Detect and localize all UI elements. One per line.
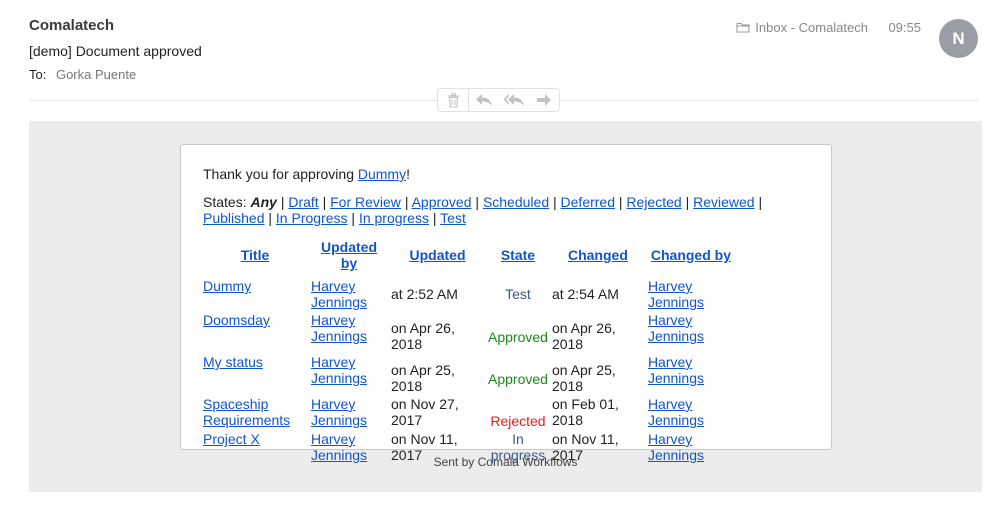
separator: | [758, 194, 763, 210]
state-badge: Test [505, 286, 531, 302]
notification-card: Thank you for approving Dummy! States: A… [180, 144, 832, 463]
column-header-updated-by[interactable]: Updated by [309, 237, 389, 277]
forward-icon[interactable] [529, 89, 559, 111]
updated-by-link[interactable]: Harvey Jennings [311, 278, 367, 310]
separator: | [618, 194, 623, 210]
states-filter: States: Any | Draft | For Review | Appro… [203, 194, 813, 226]
state-filter-published[interactable]: Published [203, 210, 265, 226]
reply-icon[interactable] [469, 89, 499, 111]
changed-by-link[interactable]: Harvey Jennings [648, 396, 704, 428]
updated-date: on Apr 25, 2018 [391, 362, 455, 394]
separator: | [351, 210, 356, 226]
changed-by-link[interactable]: Harvey Jennings [648, 278, 704, 310]
state-filter-for-review[interactable]: For Review [330, 194, 401, 210]
table-row: Doomsday Harvey Jennings on Apr 26, 2018… [201, 311, 736, 353]
state-badge: Approved [488, 371, 548, 387]
state-filter-scheduled[interactable]: Scheduled [483, 194, 549, 210]
changed-by-link[interactable]: Harvey Jennings [648, 354, 704, 386]
updated-by-link[interactable]: Harvey Jennings [311, 354, 367, 386]
mailbox-label[interactable]: Inbox - Comalatech [736, 20, 868, 35]
separator: | [685, 194, 690, 210]
trash-icon[interactable] [438, 89, 468, 111]
separator: | [553, 194, 557, 210]
recipient-name[interactable]: Gorka Puente [56, 67, 136, 82]
to-label: To: [29, 67, 47, 82]
reply-all-icon[interactable] [499, 89, 529, 111]
email-header: Comalatech [demo] Document approved To: … [0, 0, 999, 112]
changed-date: on Apr 25, 2018 [551, 362, 616, 394]
thanks-prefix: Thank you for approving [203, 166, 358, 182]
sent-by-footer: Sent by Comala Workflows [433, 455, 578, 469]
page-title-link[interactable]: Spaceship Requirements [203, 396, 290, 428]
separator: | [280, 194, 285, 210]
separator: | [268, 210, 273, 226]
updated-date: on Nov 27, 2017 [391, 396, 459, 428]
changed-date: at 2:54 AM [551, 286, 619, 302]
column-header-title[interactable]: Title [201, 237, 309, 277]
email-subject: [demo] Document approved [29, 43, 202, 59]
thanks-suffix: ! [406, 166, 410, 182]
state-filter-approved[interactable]: Approved [412, 194, 472, 210]
avatar[interactable]: N [939, 19, 978, 58]
workflow-table: Title Updated by Updated State Changed C… [201, 237, 736, 464]
message-toolbar [437, 88, 560, 112]
column-header-updated[interactable]: Updated [389, 237, 486, 277]
column-header-changed[interactable]: Changed [550, 237, 646, 277]
updated-by-link[interactable]: Harvey Jennings [311, 396, 367, 428]
separator: | [475, 194, 480, 210]
state-filter-deferred[interactable]: Deferred [561, 194, 615, 210]
page-title-link[interactable]: My status [203, 354, 263, 370]
updated-date: on Apr 26, 2018 [391, 320, 455, 352]
recipient-row: To: Gorka Puente [29, 67, 136, 82]
updated-date: at 2:52 AM [391, 286, 458, 302]
page-link-dummy[interactable]: Dummy [358, 166, 406, 182]
table-header-row: Title Updated by Updated State Changed C… [201, 237, 736, 277]
state-filter-any: Any [250, 194, 277, 210]
changed-date: on Apr 26, 2018 [551, 320, 616, 352]
table-row: My status Harvey Jennings on Apr 25, 201… [201, 353, 736, 395]
mailbox-name: Inbox - Comalatech [755, 20, 868, 35]
state-filter-in-progress[interactable]: In Progress [276, 210, 348, 226]
updated-by-link[interactable]: Harvey Jennings [311, 312, 367, 344]
separator: | [404, 194, 409, 210]
page-title-link[interactable]: Doomsday [203, 312, 270, 328]
separator: | [432, 210, 437, 226]
state-badge: Rejected [490, 413, 546, 429]
column-header-state[interactable]: State [486, 237, 550, 277]
separator: | [322, 194, 327, 210]
state-filter-test[interactable]: Test [440, 210, 466, 226]
table-row: Spaceship Requirements Harvey Jennings o… [201, 395, 736, 430]
changed-date: on Feb 01, 2018 [551, 396, 619, 428]
state-badge: Approved [488, 329, 548, 345]
table-row: Dummy Harvey Jennings at 2:52 AM Test at… [201, 277, 736, 311]
received-time: 09:55 [888, 20, 921, 35]
changed-by-link[interactable]: Harvey Jennings [648, 312, 704, 344]
email-body-canvas: Thank you for approving Dummy! States: A… [29, 121, 982, 492]
page-title-link[interactable]: Project X [203, 431, 260, 447]
state-filter-in-progress-lower[interactable]: In progress [359, 210, 429, 226]
page-title-link[interactable]: Dummy [203, 278, 251, 294]
states-label: States: [203, 194, 247, 210]
state-filter-rejected[interactable]: Rejected [626, 194, 681, 210]
folder-icon [736, 23, 750, 33]
column-header-changed-by[interactable]: Changed by [646, 237, 736, 277]
state-filter-reviewed[interactable]: Reviewed [693, 194, 754, 210]
state-filter-draft[interactable]: Draft [288, 194, 318, 210]
thanks-message: Thank you for approving Dummy! [203, 166, 410, 182]
sender-name: Comalatech [29, 17, 115, 34]
